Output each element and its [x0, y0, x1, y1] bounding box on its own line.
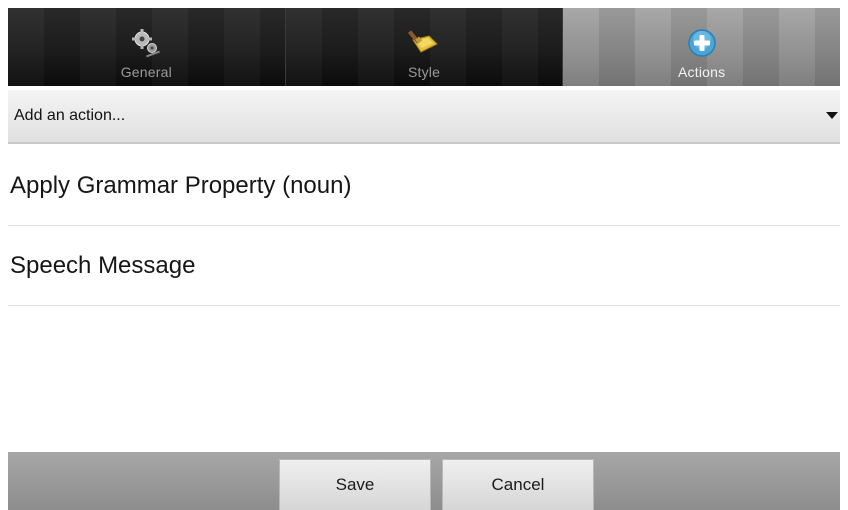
add-action-dropdown[interactable]: Add an action... — [8, 90, 840, 144]
bottom-button-bar: Save Cancel — [8, 452, 840, 510]
tab-style-label: Style — [407, 64, 441, 80]
paint-brush-icon — [407, 30, 438, 53]
add-circle-icon — [687, 29, 716, 57]
right-edge — [840, 0, 848, 510]
tab-general-label: General — [120, 64, 172, 80]
action-list: Apply Grammar Property (noun) Speech Mes… — [8, 146, 840, 306]
tab-actions[interactable]: Actions — [563, 8, 841, 86]
gears-icon — [132, 29, 161, 58]
cancel-button[interactable]: Cancel — [442, 459, 594, 510]
action-item-speech-message[interactable]: Speech Message — [8, 226, 840, 306]
tab-style[interactable]: Style — [285, 8, 564, 86]
save-button[interactable]: Save — [279, 459, 431, 510]
tab-general[interactable]: General — [8, 8, 286, 86]
caret-down-icon — [826, 112, 838, 119]
action-item-label: Speech Message — [10, 251, 196, 279]
add-action-dropdown-value: Add an action... — [14, 107, 126, 124]
app-window: General Style Actions Add an action... A… — [0, 0, 848, 510]
left-edge — [0, 0, 8, 510]
tab-actions-label: Actions — [678, 64, 726, 80]
tab-bar: General Style Actions — [8, 8, 841, 86]
action-item-apply-grammar-property[interactable]: Apply Grammar Property (noun) — [8, 146, 840, 226]
action-item-label: Apply Grammar Property (noun) — [10, 171, 352, 199]
